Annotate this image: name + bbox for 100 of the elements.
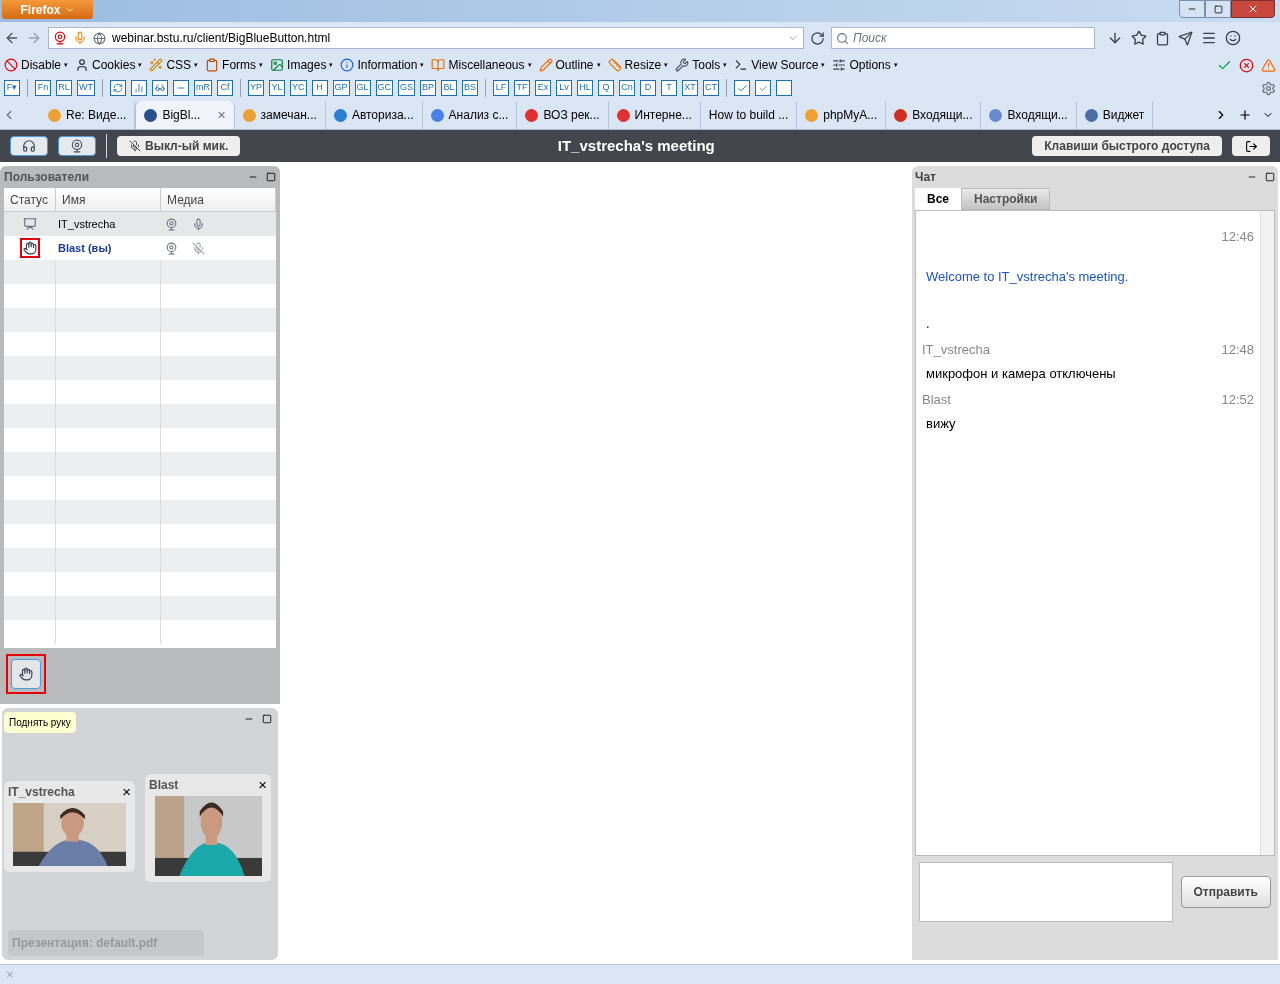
column-header[interactable]: Медиа	[161, 188, 276, 211]
check-button[interactable]	[755, 80, 772, 96]
tool-button[interactable]: BP	[420, 80, 437, 96]
webcam-icon	[165, 217, 178, 231]
search-field[interactable]: Поиск	[831, 27, 1095, 49]
browser-tab[interactable]: замечан...	[234, 101, 326, 129]
close-icon[interactable]: ×	[258, 773, 267, 797]
download-icon[interactable]	[1107, 30, 1123, 46]
tool-button[interactable]: HL	[577, 80, 594, 96]
browser-tab[interactable]: Интерне...	[608, 101, 701, 129]
browser-tab[interactable]: Авториза...	[325, 101, 423, 129]
tool-button[interactable]: Lv	[556, 80, 573, 96]
browser-tab[interactable]: How to build ...	[700, 101, 798, 129]
star-icon[interactable]	[1131, 30, 1147, 46]
image-icon	[270, 58, 285, 72]
tool-button[interactable]: BS	[462, 80, 479, 96]
browser-tab[interactable]: BigBl... ×	[135, 101, 235, 129]
check-icon	[758, 83, 768, 93]
maximize-icon[interactable]	[266, 172, 276, 182]
tool-button[interactable]: YL	[269, 80, 285, 96]
tool-button[interactable]: mR	[194, 80, 212, 96]
browser-tab[interactable]: Анализ с...	[422, 101, 518, 129]
tool-button[interactable]: GS	[398, 80, 416, 96]
chat-tab[interactable]: Все	[915, 188, 961, 210]
glasses-button[interactable]	[152, 80, 168, 96]
tool-button[interactable]: TF	[514, 80, 531, 96]
clipboard-icon	[205, 58, 220, 72]
glasses-icon	[155, 83, 165, 93]
chat-tab[interactable]: Настройки	[961, 188, 1051, 210]
tool-button[interactable]: GL	[354, 80, 371, 96]
url-field[interactable]: webinar.bstu.ru/client/BigBlueButton.html	[48, 27, 804, 49]
wrench-icon	[675, 58, 690, 72]
tool-button[interactable]: Fn	[35, 80, 51, 96]
headset-icon	[22, 139, 36, 153]
browser-tab[interactable]: Входящи...	[981, 101, 1077, 129]
reload-icon[interactable]	[810, 30, 825, 46]
meeting-title: IT_vstrecha's meeting	[557, 135, 715, 156]
message-input[interactable]	[919, 862, 1173, 922]
settings-icon[interactable]	[1261, 80, 1276, 96]
tool-button[interactable]: YC	[290, 80, 307, 96]
hand-icon	[19, 667, 33, 681]
send-button[interactable]: Отправить	[1180, 876, 1271, 908]
menu-icon[interactable]	[1201, 30, 1217, 46]
tool-button[interactable]: Cn	[619, 80, 636, 96]
tool-button[interactable]: YP	[248, 80, 264, 96]
tab-close[interactable]: ×	[217, 104, 226, 126]
maximize-icon[interactable]	[1265, 172, 1275, 182]
minimize-button[interactable]	[1179, 0, 1205, 18]
blank-button[interactable]	[776, 80, 793, 96]
tool-button[interactable]: Cf	[217, 80, 233, 96]
bar-button[interactable]	[173, 80, 189, 96]
back-icon[interactable]	[4, 30, 20, 46]
tool-button[interactable]: BL	[441, 80, 458, 96]
message-sender: Blast	[922, 390, 951, 409]
tool-button[interactable]: GP	[332, 80, 350, 96]
chart-button[interactable]	[131, 80, 147, 96]
tool-button[interactable]: CT	[703, 80, 720, 96]
maximize-icon[interactable]	[262, 714, 272, 724]
column-header[interactable]: Статус	[4, 188, 56, 211]
menu-label: Resize	[624, 57, 662, 74]
browser-tab[interactable]: phpMyA...	[797, 101, 887, 129]
raise-hand-button[interactable]	[11, 659, 41, 689]
mute-button[interactable]: Выкл-ый мик.	[117, 136, 241, 156]
browser-tab[interactable]: ВОЗ рек...	[517, 101, 609, 129]
tool-button[interactable]: Ex	[535, 80, 552, 96]
restore-icon	[1213, 4, 1223, 14]
tool-button[interactable]: GC	[375, 80, 394, 96]
webcam-title: IT_vstrecha	[8, 784, 75, 801]
tool-button[interactable]: LF	[493, 80, 510, 96]
sync-button[interactable]	[110, 80, 126, 96]
send-icon[interactable]	[1178, 30, 1193, 46]
close-icon	[1247, 3, 1259, 15]
headset-button[interactable]	[10, 136, 48, 156]
warning-icon	[1261, 57, 1276, 73]
new-tab-icon[interactable]	[1238, 108, 1252, 122]
tool-button[interactable]: F▾	[4, 80, 20, 96]
tooltip: Поднять руку	[4, 712, 76, 733]
tool-button[interactable]: T	[661, 80, 678, 96]
browser-tab[interactable]: Виджет	[1076, 101, 1154, 129]
clipboard-icon[interactable]	[1155, 30, 1170, 46]
error-icon	[1239, 57, 1254, 73]
tool-button[interactable]: WT	[77, 80, 95, 96]
logout-button[interactable]	[1232, 136, 1270, 156]
webcam-button[interactable]	[58, 136, 96, 156]
menu-label: Disable	[21, 57, 62, 74]
presenter-icon	[23, 217, 37, 231]
tool-button[interactable]: H	[311, 80, 328, 96]
shortcuts-button[interactable]: Клавиши быстрого доступа	[1032, 136, 1222, 156]
browser-tab[interactable]: Входящи...	[886, 101, 982, 129]
smiley-icon[interactable]	[1225, 30, 1241, 46]
close-icon[interactable]: ×	[122, 780, 131, 804]
column-header[interactable]: Имя	[56, 188, 161, 211]
tool-button[interactable]: RL	[56, 80, 72, 96]
tool-button[interactable]: D	[640, 80, 657, 96]
user-row[interactable]: IT_vstrecha	[4, 212, 276, 236]
tool-button[interactable]: Q	[598, 80, 615, 96]
close-button[interactable]	[1231, 0, 1275, 18]
restore-button[interactable]	[1205, 0, 1231, 18]
tool-button[interactable]: XT	[682, 80, 699, 96]
check-button[interactable]	[734, 80, 751, 96]
